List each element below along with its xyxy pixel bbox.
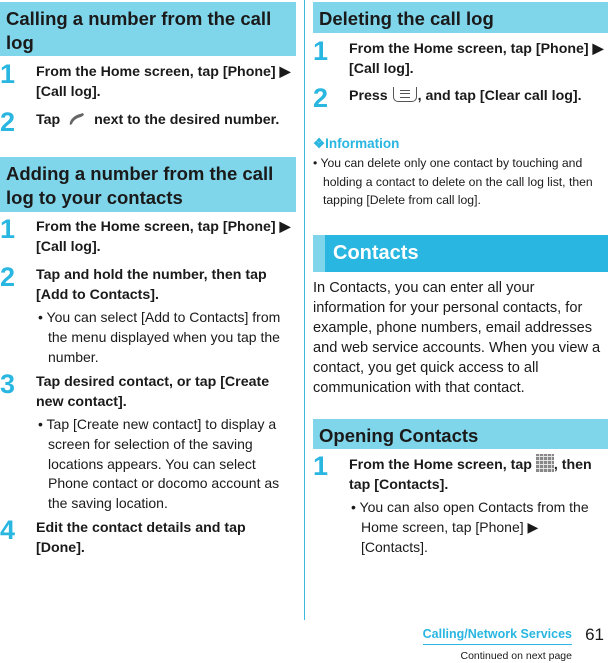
step-1: 1 From the Home screen, tap [Phone] ▶ [C…	[0, 59, 296, 102]
step-1: 1 From the Home screen, tap [Phone] ▶ [C…	[313, 36, 608, 79]
step-2: 2 Press , and tap [Clear call log].	[313, 84, 608, 112]
step-2: 2 Tap next to the desired number.	[0, 108, 296, 136]
step-text: Tap next to the desired number.	[36, 110, 296, 130]
section-heading-calling: Calling a number from the call log	[0, 2, 296, 56]
information-heading: ❖Information	[313, 136, 400, 151]
step-text: From the Home screen, tap [Phone] ▶ [Cal…	[36, 219, 291, 255]
step-2: 2 Tap and hold the number, then tap [Add…	[0, 262, 296, 367]
page-number: 61	[585, 625, 604, 644]
step-note: Tap [Create new contact] to display a sc…	[38, 415, 296, 514]
section-heading-adding: Adding a number from the call log to you…	[0, 157, 296, 212]
section-heading-opening: Opening Contacts	[313, 419, 608, 449]
step-text-after: , and tap [Clear call log].	[417, 88, 582, 104]
step-1: 1 From the Home screen, tap [Phone] ▶ [C…	[0, 214, 296, 257]
step-text: From the Home screen, tap , then tap [Co…	[349, 454, 608, 495]
step-note: You can select [Add to Contacts] from th…	[38, 308, 296, 367]
heading-accent-bar	[313, 235, 325, 272]
app-grid-icon	[535, 454, 554, 472]
step-number: 1	[0, 214, 16, 244]
chapter-heading-text: Contacts	[333, 242, 419, 264]
step-number: 2	[0, 262, 16, 292]
step-text: Tap and hold the number, then tap [Add t…	[36, 267, 267, 303]
step-3: 3 Tap desired contact, or tap [Create ne…	[0, 369, 296, 514]
step-number: 1	[313, 36, 329, 66]
step-text-before: From the Home screen, tap	[349, 457, 532, 473]
step-text: From the Home screen, tap [Phone] ▶ [Cal…	[349, 41, 604, 77]
step-number: 3	[0, 369, 16, 399]
step-4: 4 Edit the contact details and tap [Done…	[0, 515, 296, 558]
step-text: Tap desired contact, or tap [Create new …	[36, 374, 270, 410]
step-text: Edit the contact details and tap [Done].	[36, 520, 246, 556]
step-text: Press , and tap [Clear call log].	[349, 86, 608, 106]
step-text: From the Home screen, tap [Phone] ▶ [Cal…	[36, 64, 291, 100]
step-1: 1 From the Home screen, tap , then tap […	[313, 451, 608, 557]
information-text: You can delete only one contact by touch…	[313, 154, 608, 210]
chapter-heading-contacts: Contacts	[313, 235, 608, 272]
step-number: 2	[313, 83, 329, 113]
step-number: 1	[0, 59, 16, 89]
column-divider	[304, 0, 305, 620]
step-text-before: Press	[349, 88, 388, 104]
menu-key-icon	[392, 87, 417, 102]
step-number: 1	[313, 451, 329, 481]
contacts-description: In Contacts, you can enter all your info…	[313, 280, 601, 396]
section-heading-deleting: Deleting the call log	[313, 2, 608, 33]
phone-handset-icon	[69, 113, 85, 125]
step-note: You can also open Contacts from the Home…	[351, 498, 608, 557]
step-number: 2	[0, 107, 16, 137]
chapter-link[interactable]: Calling/Network Services	[422, 627, 572, 645]
step-number: 4	[0, 515, 16, 545]
continued-note: Continued on next page	[460, 650, 572, 662]
step-text-after: next to the desired number.	[94, 112, 280, 128]
step-text-before: Tap	[36, 112, 61, 128]
